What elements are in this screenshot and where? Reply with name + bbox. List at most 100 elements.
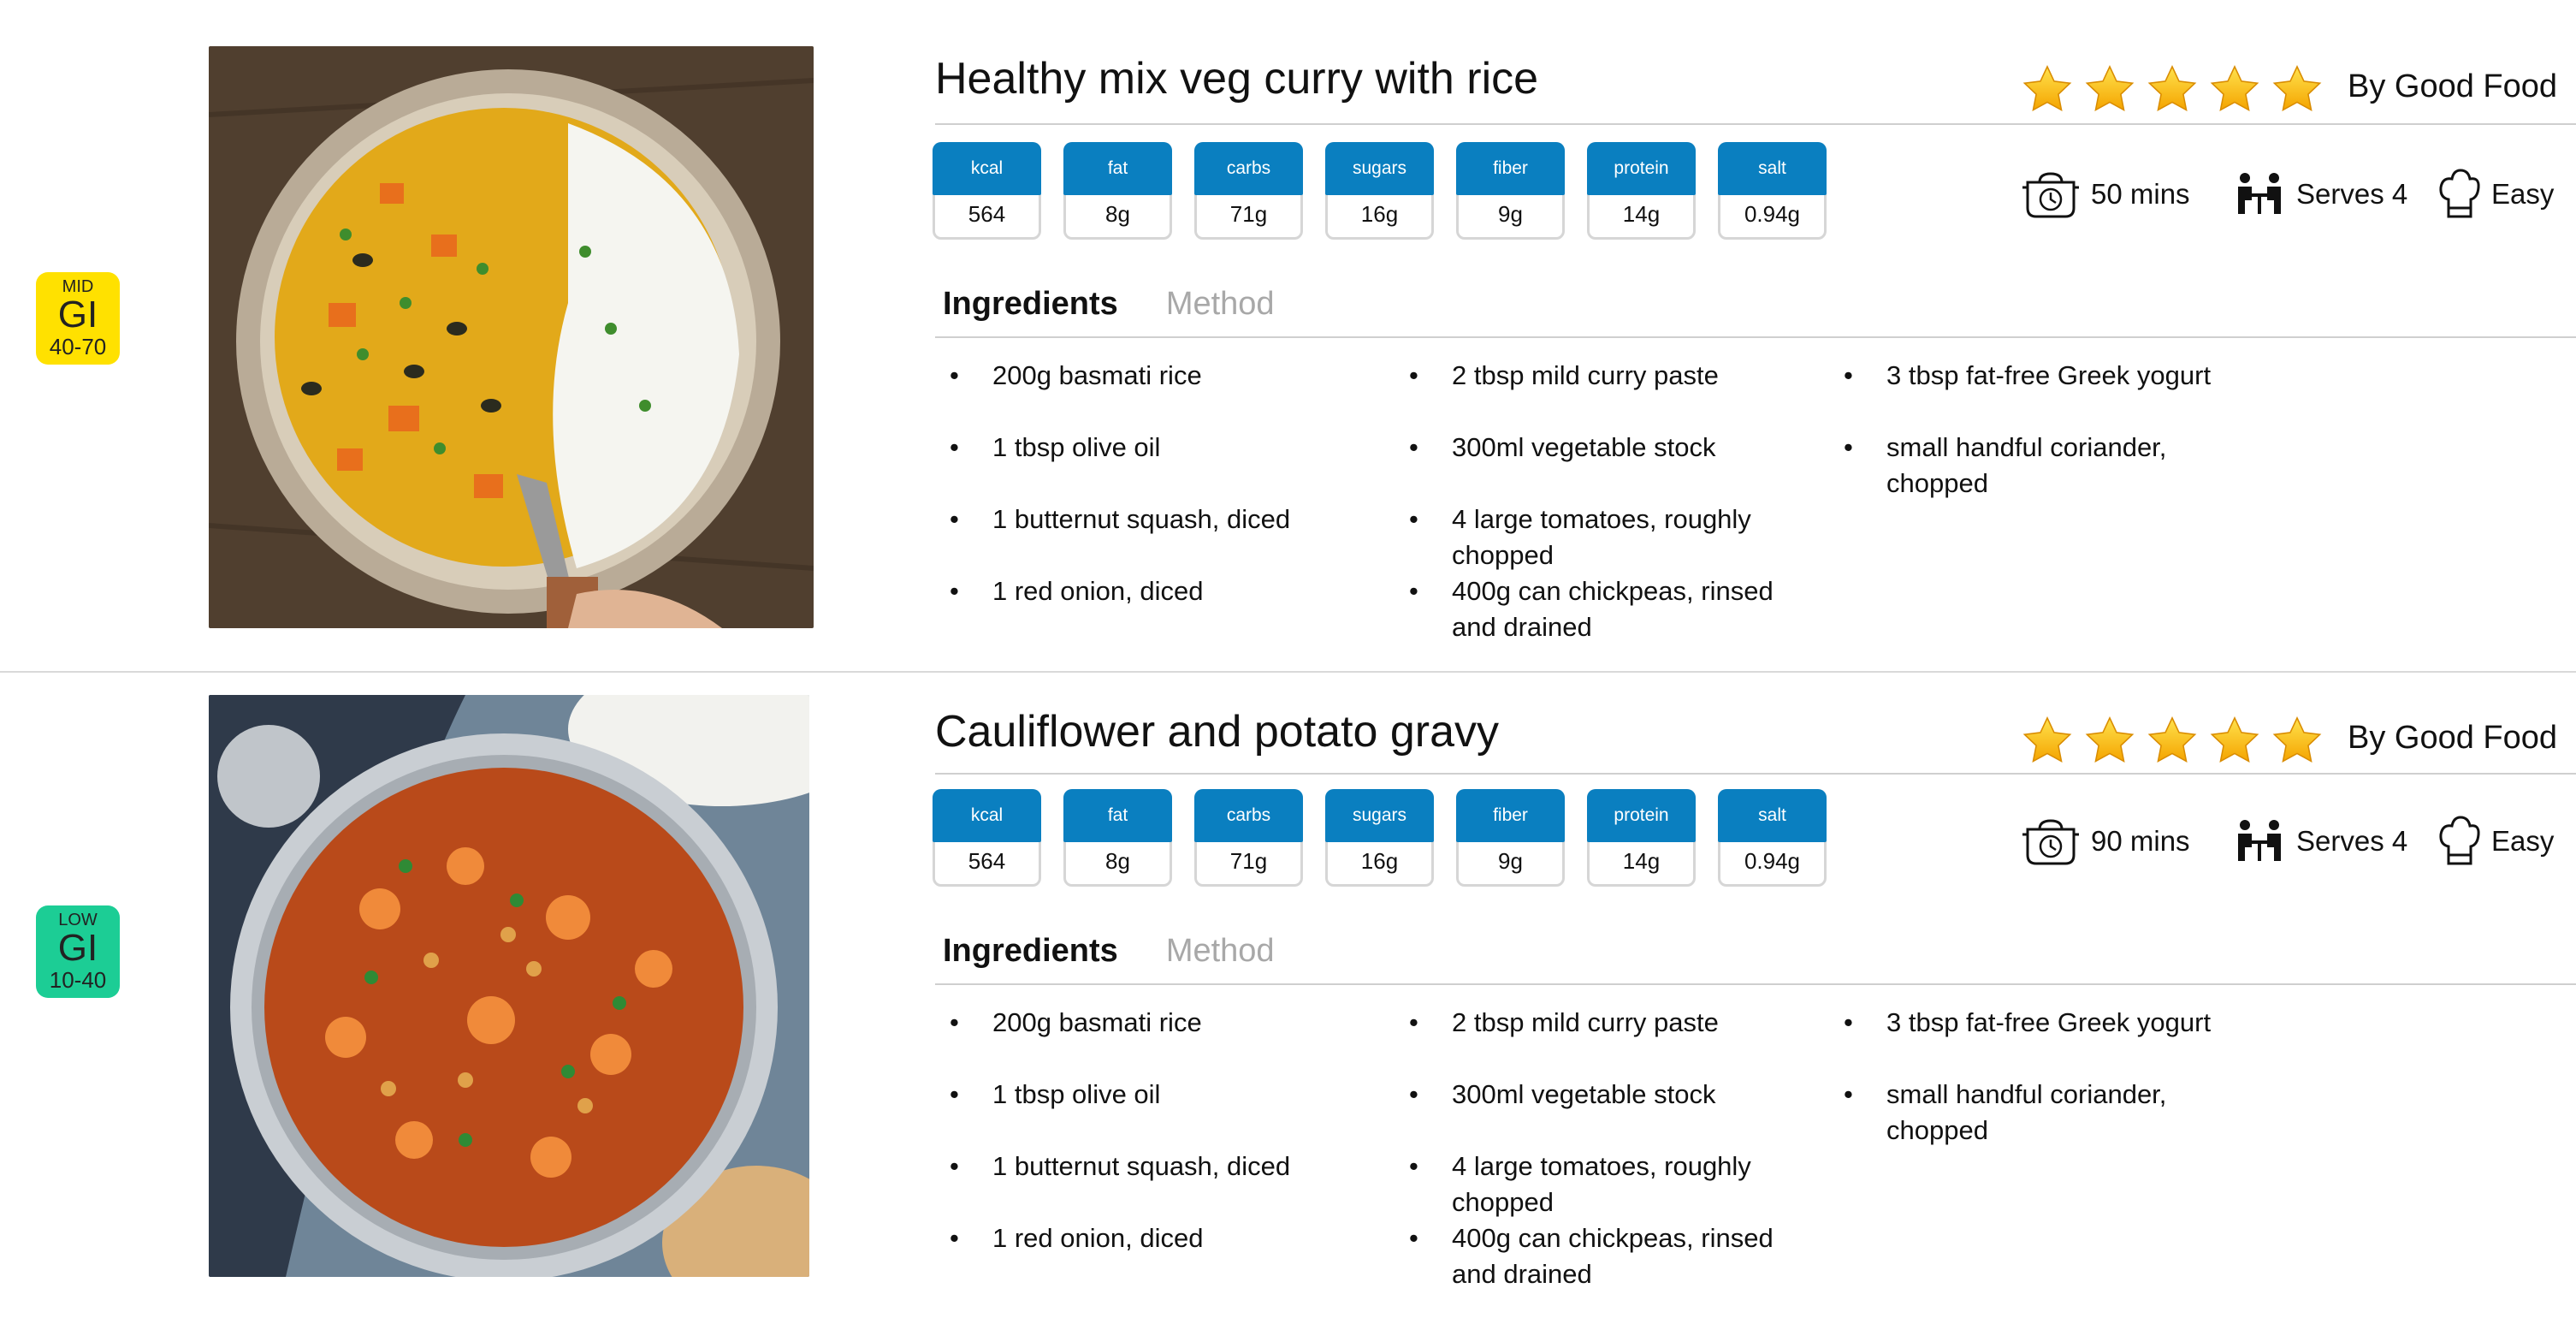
nutrition-sugars: sugars 16g [1325,789,1434,887]
nutrition-value: 8g [1105,848,1130,874]
star-icon [2083,63,2136,118]
nutrition-value: 16g [1360,201,1399,227]
nutrition-label: sugars [1325,789,1434,842]
servings-text: Serves 4 [2296,178,2408,210]
ingredient-item: 1 tbsp olive oil [950,1077,1343,1113]
rating-stars [2021,63,2324,118]
nutrition-label: kcal [933,142,1041,195]
star-icon [2208,63,2261,118]
recipe-photo[interactable] [209,695,809,1277]
difficulty: Easy [2438,164,2554,224]
nutrition-fiber: fiber 9g [1456,142,1565,240]
cook-time-text: 90 mins [2091,825,2190,857]
star-icon [2271,63,2324,118]
gi-badge: LOW GI 10-40 [36,905,120,998]
star-icon [2146,715,2199,769]
nutrition-label: protein [1587,789,1696,842]
recipe-photo[interactable] [209,46,814,628]
ingredient-item: 3 tbsp fat-free Greek yogurt [1844,1005,2289,1041]
nutrition-label: sugars [1325,142,1434,195]
nutrition-salt: salt 0.94g [1718,789,1827,887]
ingredient-item: 300ml vegetable stock [1409,1077,1803,1113]
nutrition-value: 0.94g [1744,201,1801,227]
ingredient-item: 2 tbsp mild curry paste [1409,1005,1803,1041]
nutrition-label: protein [1587,142,1696,195]
difficulty-text: Easy [2491,825,2555,857]
people-dining-icon [2238,820,2281,861]
nutrition-value: 71g [1229,201,1268,227]
nutrition-fat: fat 8g [1063,142,1172,240]
nutrition-label: salt [1718,142,1827,195]
ingredient-item: small handful coriander, chopped [1844,430,2203,502]
star-icon [2021,63,2074,118]
difficulty: Easy [2438,811,2554,871]
gi-label: GI [57,927,98,969]
nutrition-value: 71g [1229,848,1268,874]
nutrition-panel: kcal 564 fat 8g carbs 71g sugars 16g fiber 9g… [933,142,1827,240]
recipe-card: LOW GI 10-40 Cauliflower and potato grav… [0,672,2576,1318]
gi-range: 40-70 [49,334,107,359]
divider [935,983,2576,985]
gi-range: 10-40 [49,967,107,993]
nutrition-label: fat [1063,142,1172,195]
rating-stars [2021,715,2324,769]
recipe-tabs: Ingredients Method [943,286,1275,323]
chef-hat-icon [2439,169,2480,218]
nutrition-value: 564 [968,848,1006,874]
tab-ingredients[interactable]: Ingredients [943,286,1118,323]
nutrition-value: 14g [1622,201,1661,227]
nutrition-value: 9g [1498,201,1523,227]
recipe-tabs: Ingredients Method [943,933,1275,970]
star-icon [2208,715,2261,769]
nutrition-sugars: sugars 16g [1325,142,1434,240]
nutrition-fiber: fiber 9g [1456,789,1565,887]
tab-method[interactable]: Method [1166,286,1275,323]
ingredient-item: 200g basmati rice [950,1005,1343,1041]
people-dining-icon [2238,173,2281,214]
servings: Serves 4 [2233,811,2407,871]
ingredient-item: 3 tbsp fat-free Greek yogurt [1844,358,2289,394]
ingredient-item: small handful coriander, chopped [1844,1077,2203,1149]
recipe-title: Healthy mix veg curry with rice [935,54,1539,104]
nutrition-value: 0.94g [1744,848,1801,874]
nutrition-carbs: carbs 71g [1194,142,1303,240]
ingredient-item: 4 large tomatoes, roughly chopped [1409,1149,1785,1220]
cook-time: 50 mins [2021,164,2190,224]
divider [935,336,2576,338]
nutrition-value: 564 [968,201,1006,227]
star-icon [2271,715,2324,769]
star-icon [2083,715,2136,769]
nutrition-value: 16g [1360,848,1399,874]
ingredient-item: 400g can chickpeas, rinsed and drained [1409,1220,1785,1292]
nutrition-panel: kcal 564 fat 8g carbs 71g sugars 16g fiber 9g… [933,789,1827,887]
ingredient-item: 300ml vegetable stock [1409,430,1803,466]
nutrition-kcal: kcal 564 [933,142,1041,240]
ingredient-item: 400g can chickpeas, rinsed and drained [1409,573,1785,645]
nutrition-label: carbs [1194,142,1303,195]
divider [935,123,2576,125]
nutrition-label: fiber [1456,142,1565,195]
ingredient-item: 1 tbsp olive oil [950,430,1343,466]
nutrition-carbs: carbs 71g [1194,789,1303,887]
nutrition-label: fat [1063,789,1172,842]
ingredient-item: 1 butternut squash, diced [950,502,1343,537]
cook-time-text: 50 mins [2091,178,2190,210]
pot-timer-icon [2022,819,2079,865]
recipe-title: Cauliflower and potato gravy [935,707,1500,757]
tab-method[interactable]: Method [1166,933,1275,970]
nutrition-label: fiber [1456,789,1565,842]
nutrition-value: 9g [1498,848,1523,874]
recipe-source: By Good Food [2348,720,2558,756]
recipe-source: By Good Food [2348,68,2558,104]
servings-text: Serves 4 [2296,825,2408,857]
nutrition-label: carbs [1194,789,1303,842]
nutrition-label: kcal [933,789,1041,842]
nutrition-value: 8g [1105,201,1130,227]
nutrition-fat: fat 8g [1063,789,1172,887]
nutrition-label: salt [1718,789,1827,842]
tab-ingredients[interactable]: Ingredients [943,933,1118,970]
recipe-card: MID GI 40-70 Healthy mix veg curry with … [0,0,2576,646]
pot-timer-icon [2022,172,2079,218]
gi-badge: MID GI 40-70 [36,272,120,365]
ingredient-item: 1 red onion, diced [950,573,1343,609]
